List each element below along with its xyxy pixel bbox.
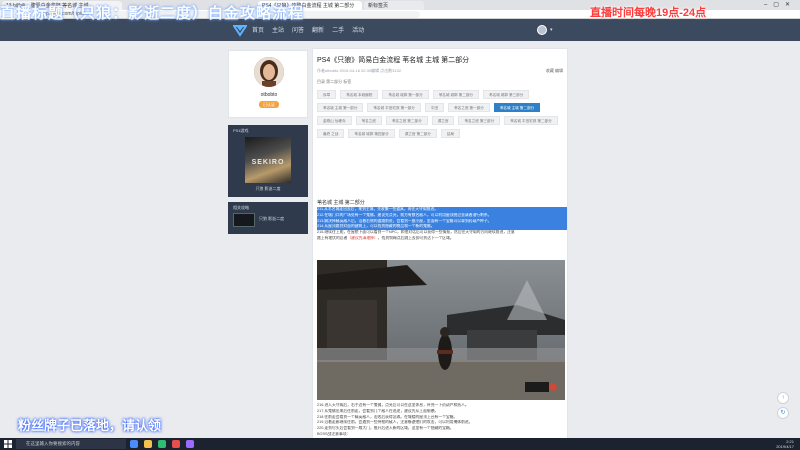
taskbar: 在这里输入你要搜索的内容 2:21 2019/4/17 — [0, 438, 800, 450]
nav-item[interactable]: 首页 — [252, 25, 264, 34]
chapter-tag[interactable]: 源之宫 第二部分 — [398, 129, 437, 138]
screenshot-image — [317, 260, 565, 400]
chapter-tag[interactable]: 苇名之底 第二部分 — [385, 116, 428, 125]
site-logo-icon[interactable] — [233, 23, 247, 37]
avatar-image — [254, 57, 284, 87]
app-icon[interactable] — [130, 440, 138, 448]
taskbar-search-input[interactable]: 在这里输入你要搜索的内容 — [16, 439, 126, 449]
chapter-tag-active[interactable]: 苇名城 主城 第二部分 — [493, 103, 541, 112]
article-panel: PS4《只狼》简易白金流程 苇名城 主城 第二部分 作者otbobto 2019… — [312, 48, 568, 450]
user-avatar[interactable] — [537, 25, 547, 35]
taskbar-apps — [130, 440, 194, 448]
app-icon[interactable] — [172, 440, 180, 448]
chapter-tag[interactable]: 苇名城 城郭 第一部分 — [382, 90, 429, 99]
chevron-down-icon[interactable]: ▾ — [550, 27, 553, 33]
related-item[interactable]: 只狼 影逝二度 — [259, 216, 284, 222]
article-meta: 作者otbobto 2019-04-16 02:30编辑 点击数3152 — [317, 68, 402, 73]
browser-tab[interactable]: 新标签页 — [364, 1, 424, 10]
stream-schedule-overlay: 直播时间每晚19点-24点 — [590, 7, 707, 19]
text-block: 211.从苇名城走出去后，来到主城，先收集一些道具，再往天守阁前进。 212.在… — [317, 207, 567, 242]
system-tray-clock[interactable]: 2:21 2019/4/17 — [776, 439, 794, 449]
text-segment: ，找到钩绳点后跳上去即可到达下一个区域。 — [377, 235, 454, 240]
nav-item[interactable]: 问答 — [292, 25, 304, 34]
chapter-tag[interactable]: 苇名之底 第一部分 — [448, 103, 490, 112]
chapter-tag[interactable]: 苇名城 主城 第一部分 — [317, 103, 364, 112]
folder-icon[interactable] — [144, 440, 152, 448]
text-line: 路上有埋伏的忍者（建议先清理掉），找到钩绳点后跳上去即可到达下一个区域。 — [317, 236, 567, 242]
article-actions[interactable]: 收藏 编辑 — [546, 68, 563, 74]
chapter-tag[interactable]: 苇名城 平田宅邸 第二部分 — [504, 116, 558, 125]
game-cover-image[interactable]: SEKIRO — [245, 137, 291, 183]
chapter-tag[interactable]: 苇名城 城郭 第三部分 — [483, 90, 530, 99]
window-controls[interactable]: –▢✕ — [764, 1, 796, 8]
chapter-tag[interactable]: 苇名之底 第三部分 — [458, 116, 501, 125]
card-header: 相关攻略 — [233, 205, 249, 210]
chapter-tag[interactable]: 苇名之底 — [355, 116, 382, 125]
chapter-tag[interactable]: 苇名城 本城偏院 — [340, 90, 379, 99]
fan-badge-overlay: 粉丝牌子已落地，请认领 — [18, 418, 162, 433]
game-card[interactable]: PS4游戏 SEKIRO 只狼 影逝二度 — [228, 125, 308, 197]
chapter-tag[interactable]: 苇名城 城郭 第二部分 — [432, 90, 480, 99]
nav-item[interactable]: 翻新 — [312, 25, 324, 34]
nav-item[interactable]: 二手 — [332, 25, 344, 34]
profile-card: otbobto 已认证 — [228, 50, 308, 118]
related-card: 相关攻略 只狼 影逝二度 — [228, 202, 308, 234]
section-title: 苇名城 主城 第二部分 — [317, 200, 365, 206]
chapter-tag[interactable]: 苇名城 平田宅邸 第一部分 — [367, 103, 421, 112]
profile-username[interactable]: otbobto — [229, 92, 309, 98]
windows-start-icon[interactable] — [4, 440, 12, 448]
site-nav: 首页 主站 问答 翻新 二手 活动 — [252, 25, 364, 34]
clock-date: 2019/4/17 — [776, 444, 794, 449]
avatar[interactable] — [254, 57, 284, 87]
game-cover-title: SEKIRO — [251, 159, 285, 166]
nav-item[interactable]: 主站 — [272, 25, 284, 34]
chapter-tag[interactable]: 最终 之战 — [317, 129, 345, 138]
app-icon[interactable] — [158, 440, 166, 448]
emphasis-text: （建议先清理掉） — [347, 235, 378, 240]
chapter-tag[interactable]: 平田 — [424, 103, 445, 112]
nav-item[interactable]: 活动 — [352, 25, 364, 34]
scroll-top-button[interactable]: ↑ — [777, 392, 789, 404]
chapter-tag[interactable]: 苇名城 城郭 第四部分 — [348, 129, 395, 138]
chapter-tags: 序章 苇名城 本城偏院 苇名城 城郭 第一部分 苇名城 城郭 第二部分 苇名城 城郭 第… — [317, 90, 567, 138]
card-header: PS4游戏 — [233, 128, 249, 133]
game-caption[interactable]: 只狼 影逝二度 — [228, 186, 308, 192]
text-segment: 路上有埋伏的忍者 — [317, 235, 348, 240]
refresh-button[interactable]: ↻ — [777, 407, 789, 419]
chapter-tag[interactable]: 金刚山 仙峰寺 — [317, 116, 352, 125]
chapter-tag[interactable]: 序章 — [317, 90, 337, 99]
article-meta-secondary: 目录 第二部分 标签 — [317, 79, 352, 84]
page-title: PS4《只狼》简易白金流程 苇名城 主城 第二部分 — [317, 57, 470, 64]
chapter-tag[interactable]: 结局 — [440, 129, 461, 138]
related-thumbnail[interactable] — [233, 213, 255, 227]
chapter-tag[interactable]: 源之宫 — [431, 116, 455, 125]
game-screenshot[interactable] — [317, 260, 565, 400]
status-badge: 已认证 — [259, 101, 279, 108]
app-icon[interactable] — [186, 440, 194, 448]
stream-title-overlay: 直播标题（只狼：影逝二度）白金攻略流程 — [0, 5, 305, 22]
